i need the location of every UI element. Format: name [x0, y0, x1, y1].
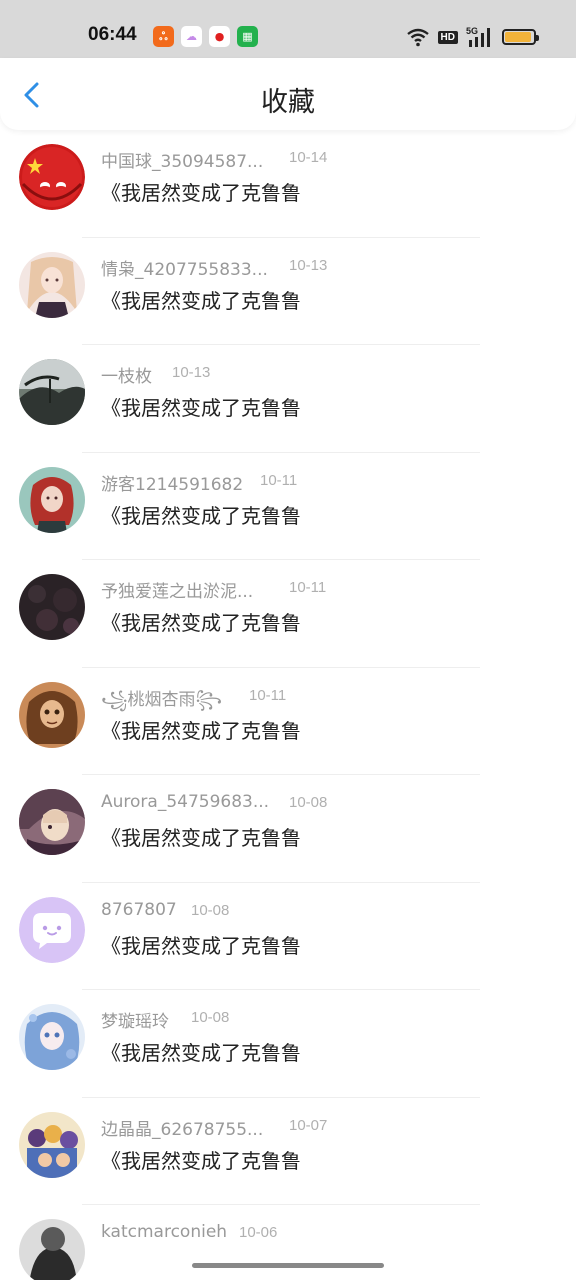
kuaishou-app-icon: ஃ: [153, 26, 174, 47]
author-name: 游客1214591682: [101, 474, 244, 495]
status-bar: 06:44 ஃ ☁ ● ▦ HD 5G: [0, 0, 576, 58]
avatar[interactable]: [19, 789, 85, 855]
favorite-date: 10-08: [191, 901, 230, 919]
favorite-date: 10-13: [289, 256, 328, 274]
avatar[interactable]: [19, 574, 85, 640]
book-title: 《我居然变成了克鲁鲁: [101, 1148, 301, 1173]
author-name: 情枭_4207755833...: [101, 259, 268, 280]
avatar[interactable]: [19, 251, 85, 318]
favorite-date: 10-08: [191, 1009, 230, 1026]
wifi-icon: [406, 28, 429, 47]
favorite-date: 10-11: [249, 686, 287, 704]
author-name: 梦璇瑶玲: [101, 1012, 169, 1032]
avatar[interactable]: [19, 1111, 85, 1178]
list-item[interactable]: katcmarconieh 10-06: [0, 1205, 576, 1280]
avatar[interactable]: [19, 466, 85, 533]
avatar[interactable]: [19, 1004, 85, 1070]
battery-icon: [502, 29, 539, 45]
list-item[interactable]: ꧁桃烟杏雨꧂ 10-11 《我居然变成了克鲁鲁: [0, 668, 576, 775]
avatar[interactable]: [19, 144, 85, 210]
favorite-date: 10-06: [239, 1224, 278, 1241]
avatar[interactable]: [19, 681, 85, 748]
favorite-date: 10-11: [260, 471, 298, 489]
book-title: 《我居然变成了克鲁鲁: [101, 503, 301, 528]
favorite-date: 10-14: [289, 149, 328, 166]
book-title: 《我居然变成了克鲁鲁: [101, 933, 301, 958]
list-item[interactable]: 游客1214591682 10-11 《我居然变成了克鲁鲁: [0, 453, 576, 560]
list-item[interactable]: 梦璇瑶玲 10-08 《我居然变成了克鲁鲁: [0, 990, 576, 1098]
book-title: 《我居然变成了克鲁鲁: [101, 1041, 301, 1065]
author-name: 一枝枚: [101, 367, 152, 387]
list-item[interactable]: 边晶晶_62678755... 10-07 《我居然变成了克鲁鲁: [0, 1098, 576, 1205]
battery-level: [505, 32, 531, 42]
home-indicator[interactable]: [192, 1263, 384, 1268]
red-app-icon: ●: [209, 26, 230, 47]
list-item[interactable]: 一枝枚 10-13 《我居然变成了克鲁鲁: [0, 345, 576, 453]
favorite-date: 10-07: [289, 1116, 328, 1134]
avatar[interactable]: [19, 359, 85, 425]
page-title: 收藏: [261, 87, 315, 118]
favorite-date: 10-08: [289, 794, 328, 811]
author-name: Aurora_54759683...: [101, 792, 270, 812]
book-title: 《我居然变成了克鲁鲁: [101, 826, 301, 850]
cloud-app-icon: ☁: [181, 26, 202, 47]
author-name: 边晶晶_62678755...: [101, 1119, 264, 1140]
list-item[interactable]: 8767807 10-08 《我居然变成了克鲁鲁: [0, 883, 576, 990]
avatar[interactable]: [19, 1219, 85, 1280]
signal-icon: 5G: [466, 26, 490, 47]
author-name: 8767807: [101, 899, 177, 920]
network-label: 5G: [466, 26, 478, 36]
list-item[interactable]: 中国球_35094587... 10-14 《我居然变成了克鲁鲁: [0, 130, 576, 238]
book-title: 《我居然变成了克鲁鲁: [101, 396, 301, 420]
favorites-list: 中国球_35094587... 10-14 《我居然变成了克鲁鲁 情枭_4207…: [0, 130, 576, 1280]
favorites-page: 06:44 ஃ ☁ ● ▦ HD 5G 收藏 中国球_35094587... 1…: [0, 0, 576, 1280]
author-name: 予独爱莲之出淤泥...: [101, 582, 254, 602]
status-time: 06:44: [88, 24, 137, 45]
author-name: katcmarconieh: [101, 1222, 228, 1242]
system-icons: HD 5G: [406, 26, 539, 48]
book-title: 《我居然变成了克鲁鲁: [101, 611, 301, 635]
avatar[interactable]: [19, 896, 85, 963]
list-item[interactable]: Aurora_54759683... 10-08 《我居然变成了克鲁鲁: [0, 775, 576, 883]
book-title: 《我居然变成了克鲁鲁: [101, 288, 301, 313]
favorite-date: 10-13: [172, 364, 211, 381]
author-name: 中国球_35094587...: [101, 152, 264, 172]
battery-tip: [536, 35, 539, 41]
list-item[interactable]: 予独爱莲之出淤泥... 10-11 《我居然变成了克鲁鲁: [0, 560, 576, 668]
hd-badge: HD: [437, 30, 458, 44]
green-app-icon: ▦: [237, 26, 258, 47]
favorite-date: 10-11: [289, 579, 327, 596]
header: 收藏: [0, 58, 576, 130]
list-item[interactable]: 情枭_4207755833... 10-13 《我居然变成了克鲁鲁: [0, 238, 576, 345]
book-title: 《我居然变成了克鲁鲁: [101, 181, 301, 205]
book-title: 《我居然变成了克鲁鲁: [101, 718, 301, 743]
